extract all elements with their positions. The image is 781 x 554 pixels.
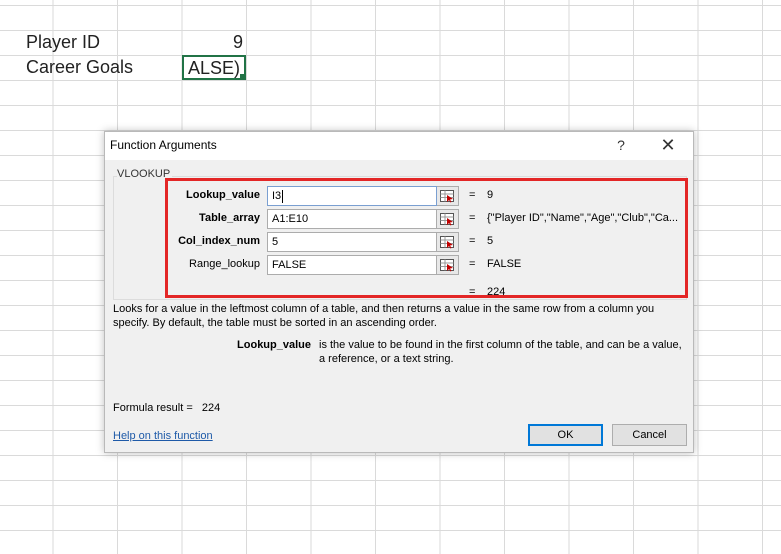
function-arguments-dialog: Function Arguments ? ✕ VLOOKUP Lookup_va… — [104, 131, 694, 453]
collapse-dialog-button[interactable] — [437, 186, 459, 206]
range-lookup-input[interactable]: FALSE — [267, 255, 437, 275]
equals-sign: = — [469, 189, 476, 201]
dialog-title: Function Arguments — [110, 138, 217, 152]
cancel-button[interactable]: Cancel — [612, 424, 687, 446]
collapse-dialog-button[interactable] — [437, 232, 459, 252]
arg-label: Col_index_num — [178, 235, 260, 247]
cell-player-id-label[interactable]: Player ID — [26, 32, 100, 53]
lookup-value-input[interactable]: I3 — [267, 186, 437, 206]
arg-row-col-index-num: Col_index_num 5 = 5 — [105, 232, 695, 252]
active-cell-formula: ALSE) — [187, 58, 240, 78]
help-on-function-link[interactable]: Help on this function — [113, 430, 213, 442]
range-select-icon — [440, 213, 454, 226]
range-select-icon — [440, 259, 454, 272]
arg-evaluated-value: {"Player ID","Name","Age","Club","Ca... — [487, 212, 679, 224]
arg-row-range-lookup: Range_lookup FALSE = FALSE — [105, 255, 695, 275]
function-result-value: 224 — [487, 286, 506, 298]
collapse-dialog-button[interactable] — [437, 209, 459, 229]
active-cell[interactable]: ALSE) — [182, 55, 246, 80]
function-description: Looks for a value in the leftmost column… — [113, 303, 655, 329]
cell-player-id-value[interactable]: 9 — [233, 32, 243, 53]
equals-sign: = — [469, 286, 476, 298]
argument-help: Lookup_value is the value to be found in… — [113, 338, 691, 378]
arg-evaluated-value: FALSE — [487, 258, 522, 270]
text-caret — [282, 189, 284, 203]
collapse-dialog-button[interactable] — [437, 255, 459, 275]
formula-result-value: 224 — [201, 402, 221, 414]
arg-row-lookup-value: Lookup_value I3 = 9 — [105, 186, 695, 206]
argument-help-text: is the value to be found in the first co… — [319, 339, 682, 365]
range-select-icon — [440, 236, 454, 249]
table-array-input[interactable]: A1:E10 — [267, 209, 437, 229]
formula-result-label: Formula result = — [113, 402, 193, 414]
function-name: VLOOKUP — [117, 168, 173, 180]
range-select-icon — [440, 190, 454, 203]
equals-sign: = — [469, 235, 476, 247]
close-button[interactable]: ✕ — [655, 134, 681, 156]
arg-input-text: I3 — [272, 190, 282, 202]
help-button[interactable]: ? — [613, 137, 629, 153]
arg-evaluated-value: 5 — [487, 235, 494, 247]
equals-sign: = — [469, 212, 476, 224]
dialog-titlebar[interactable]: Function Arguments ? ✕ — [105, 132, 693, 160]
col-index-num-input[interactable]: 5 — [267, 232, 437, 252]
ok-button[interactable]: OK — [528, 424, 603, 446]
arg-label: Lookup_value — [186, 189, 260, 201]
function-result-row: = 224 — [105, 284, 695, 300]
arg-label: Table_array — [199, 212, 260, 224]
arg-evaluated-value: 9 — [487, 189, 494, 201]
equals-sign: = — [469, 258, 476, 270]
cell-career-goals-label[interactable]: Career Goals — [26, 57, 133, 78]
formula-result: Formula result = 224 — [113, 402, 220, 414]
argument-help-name: Lookup_value — [237, 339, 311, 351]
arg-label: Range_lookup — [189, 258, 260, 270]
arg-row-table-array: Table_array A1:E10 = {"Player ID","Name"… — [105, 209, 695, 229]
